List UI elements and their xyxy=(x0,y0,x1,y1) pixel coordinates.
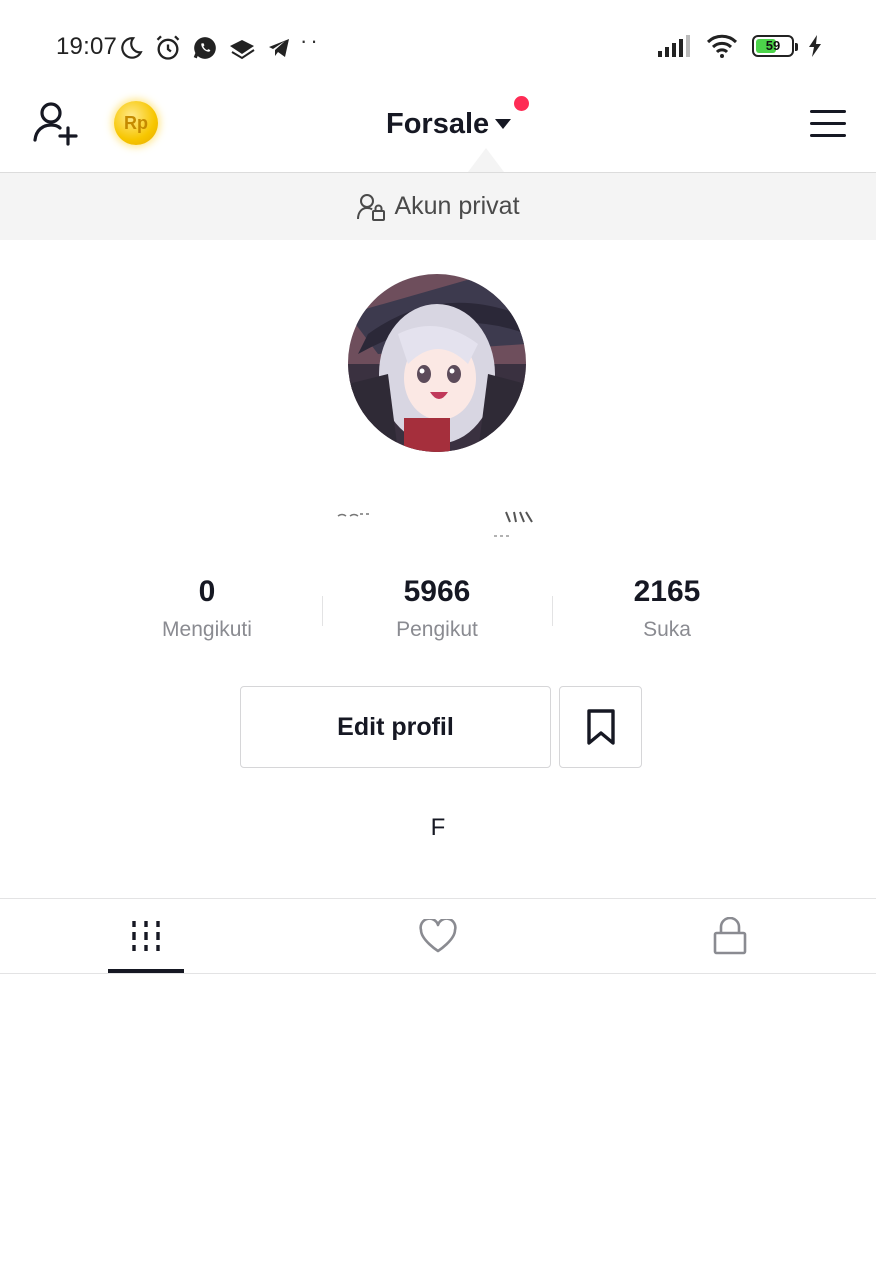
stat-separator xyxy=(322,596,323,626)
account-name: Forsale xyxy=(386,107,490,140)
signal-icon xyxy=(658,35,690,57)
notification-dot xyxy=(514,96,529,111)
username-obscured xyxy=(330,508,550,540)
telegram-icon xyxy=(269,39,289,57)
hamburger-menu-icon[interactable] xyxy=(808,108,848,140)
status-notification-icons xyxy=(118,34,292,62)
profile-bio: F xyxy=(430,814,446,841)
status-overflow-dots: ·· xyxy=(300,28,321,53)
stat-followers[interactable]: 5966 Pengikut xyxy=(327,574,547,642)
graduation-cap-icon xyxy=(230,40,255,60)
stat-likes[interactable]: 2165 Suka xyxy=(557,574,777,642)
stat-following-label: Mengikuti xyxy=(162,618,252,641)
header-notch xyxy=(468,148,504,172)
heart-icon xyxy=(419,919,457,953)
battery-icon: 59 xyxy=(752,35,798,57)
wifi-icon xyxy=(706,34,738,58)
edit-profile-button[interactable]: Edit profil xyxy=(240,686,551,768)
status-bar: 19:07 ·· 59 xyxy=(0,0,876,96)
dropdown-caret-icon xyxy=(495,119,512,129)
stat-followers-label: Pengikut xyxy=(396,618,478,641)
account-switcher[interactable]: Forsale xyxy=(386,104,512,144)
bookmark-icon xyxy=(586,709,615,745)
content-area-empty xyxy=(0,974,876,1280)
charging-icon xyxy=(809,35,821,57)
stat-likes-value: 2165 xyxy=(633,575,701,608)
tab-liked[interactable] xyxy=(292,900,584,972)
private-account-label: Akun privat xyxy=(394,192,520,220)
whatsapp-icon xyxy=(193,37,216,59)
tab-videos[interactable] xyxy=(0,900,292,972)
moon-icon xyxy=(121,37,143,59)
add-user-icon[interactable] xyxy=(32,100,82,148)
grid-videos-icon xyxy=(132,921,160,951)
private-account-banner: Akun privat xyxy=(0,173,876,240)
status-time: 19:07 xyxy=(56,33,118,60)
stat-following-value: 0 xyxy=(198,575,216,608)
tabs-divider-top xyxy=(0,898,876,899)
tab-private[interactable] xyxy=(584,900,876,972)
stat-followers-value: 5966 xyxy=(403,575,471,608)
avatar-image xyxy=(348,274,526,452)
battery-level: 59 xyxy=(765,38,781,53)
coin-label: Rp xyxy=(124,112,148,133)
status-system-icons: 59 xyxy=(658,34,822,58)
alarm-icon xyxy=(156,35,180,60)
bookmark-button[interactable] xyxy=(559,686,642,768)
avatar[interactable] xyxy=(348,274,526,452)
stat-likes-label: Suka xyxy=(643,618,691,641)
user-lock-icon xyxy=(357,193,386,221)
coin-icon[interactable]: Rp xyxy=(114,101,158,145)
lock-icon xyxy=(713,917,747,955)
stat-following[interactable]: 0 Mengikuti xyxy=(97,574,317,642)
stat-separator xyxy=(552,596,553,626)
